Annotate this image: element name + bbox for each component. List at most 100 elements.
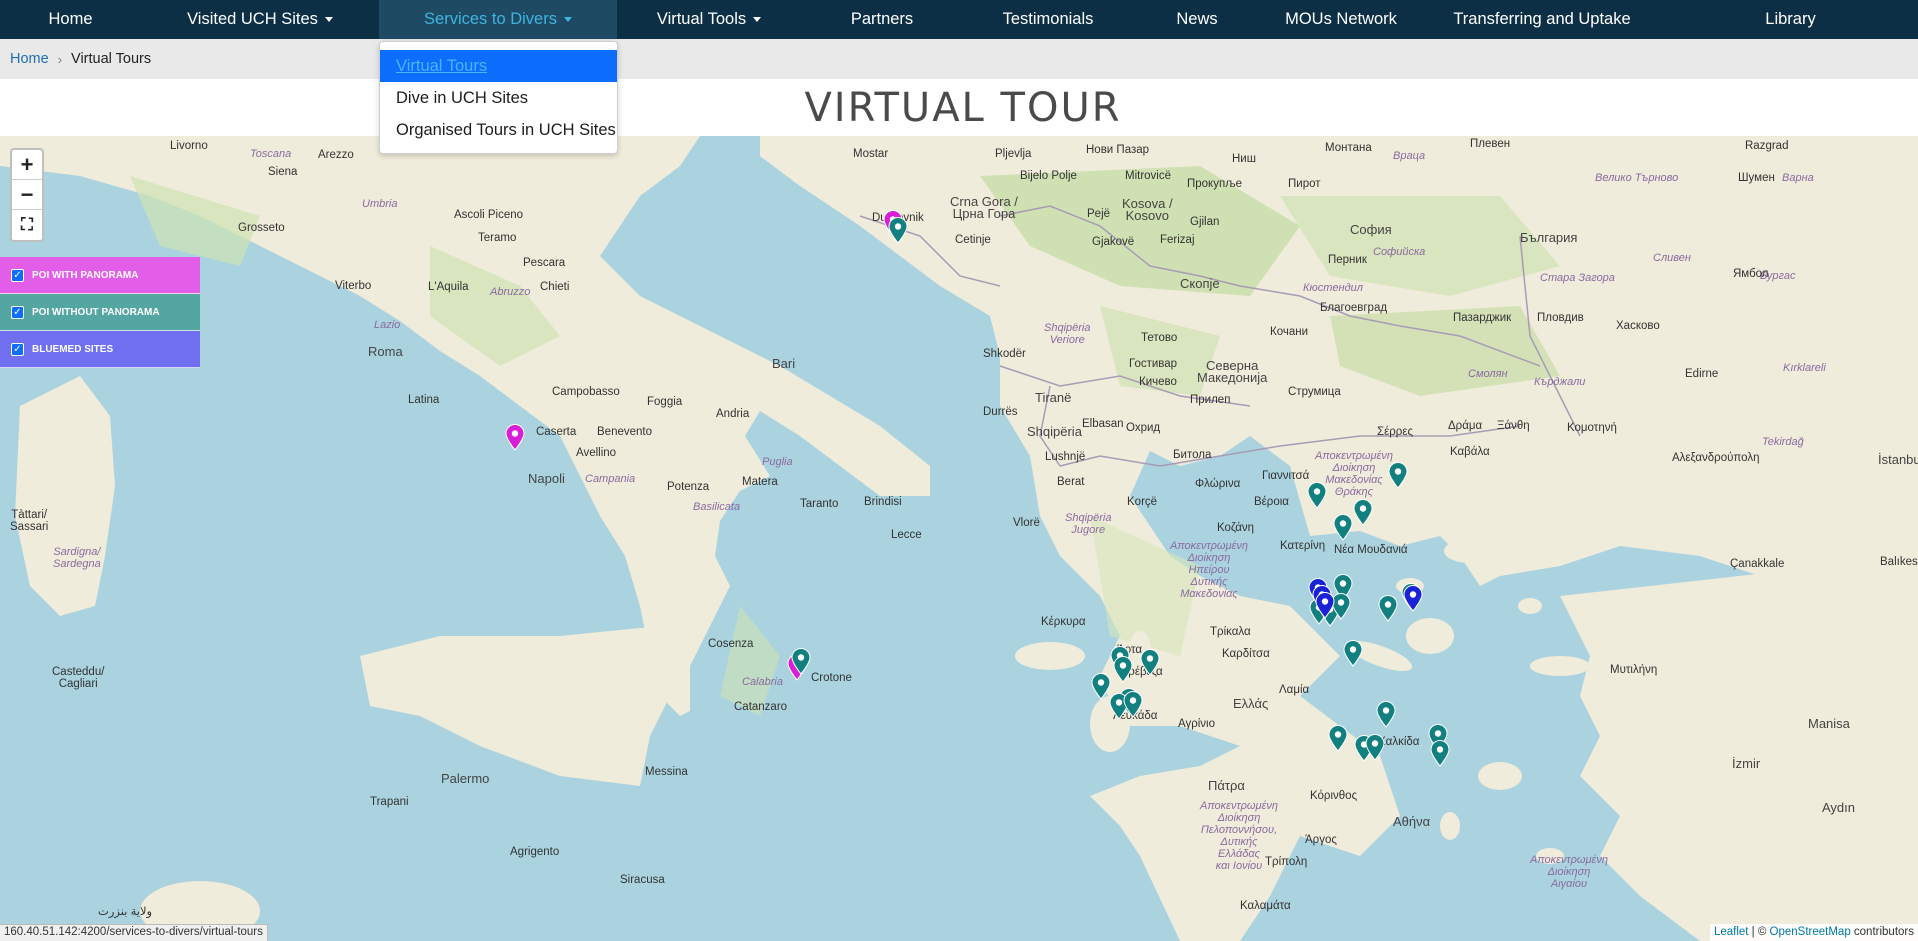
nav-news[interactable]: News bbox=[1133, 0, 1261, 39]
map-label: Napoli bbox=[528, 471, 565, 486]
services-dropdown-menu: Virtual Tours Dive in UCH Sites Organise… bbox=[379, 41, 618, 154]
map-label: Crna Gora / Црна Гора bbox=[950, 194, 1018, 221]
map-label: Messina bbox=[645, 766, 688, 778]
poi-marker-icon[interactable] bbox=[1333, 514, 1353, 541]
poi-marker-icon[interactable] bbox=[1365, 734, 1385, 761]
map-view[interactable]: Livorno Mostar Pljevlja Ниш Монтана Врац… bbox=[0, 136, 1918, 941]
map-label: Elbasan bbox=[1082, 418, 1124, 430]
map-label: Mitrovicë bbox=[1125, 170, 1172, 182]
map-label: Korçë bbox=[1127, 496, 1158, 508]
map-label: Καβάλα bbox=[1450, 446, 1490, 458]
zoom-in-button[interactable]: + bbox=[12, 150, 42, 180]
map-label: Ξάνθη bbox=[1497, 420, 1530, 432]
map-label: Shqipëria bbox=[1027, 424, 1082, 439]
poi-marker-icon[interactable] bbox=[791, 648, 811, 675]
map-label: Λαμία bbox=[1279, 684, 1310, 696]
map-label: Φλώρινα bbox=[1195, 478, 1241, 490]
map-label: Монтана bbox=[1325, 142, 1372, 154]
poi-marker-icon[interactable] bbox=[1388, 462, 1408, 489]
dropdown-item-virtual-tours[interactable]: Virtual Tours bbox=[380, 50, 617, 82]
poi-marker-icon[interactable] bbox=[1343, 640, 1363, 667]
map-label: Καλαμάτα bbox=[1240, 900, 1291, 912]
poi-marker-icon[interactable] bbox=[1376, 701, 1396, 728]
leaflet-link[interactable]: Leaflet bbox=[1714, 926, 1749, 938]
map-label: Roma bbox=[368, 344, 403, 359]
map-label: Τρίπολη bbox=[1265, 856, 1308, 868]
bluemed-site-marker-icon[interactable] bbox=[1403, 585, 1423, 612]
chevron-down-icon bbox=[753, 17, 762, 22]
map-label: Νέα Μουδανιά bbox=[1334, 544, 1408, 556]
poi-marker-icon[interactable] bbox=[1430, 740, 1450, 767]
checkbox-bluemed-sites[interactable]: ✓ bbox=[11, 342, 24, 356]
poi-marker-icon[interactable] bbox=[1091, 673, 1111, 700]
poi-marker-icon[interactable] bbox=[1113, 656, 1133, 683]
dropdown-item-organised-tours[interactable]: Organised Tours in UCH Sites bbox=[380, 114, 617, 146]
map-label: Pescara bbox=[523, 257, 566, 269]
fullscreen-button[interactable]: ⛶ bbox=[12, 210, 42, 240]
map-label: Berat bbox=[1057, 476, 1085, 488]
breadcrumb: Home › Virtual Tours bbox=[0, 39, 1918, 79]
nav-home[interactable]: Home bbox=[0, 0, 141, 39]
map-label: Basilicata bbox=[693, 501, 741, 513]
map-label: ولاية بنزرت bbox=[98, 906, 153, 918]
map-label: Grosseto bbox=[238, 222, 285, 234]
nav-mous-network[interactable]: MOUs Network bbox=[1261, 0, 1421, 39]
poi-panorama-marker-icon[interactable] bbox=[505, 424, 525, 451]
checkbox-poi-without-panorama[interactable]: ✓ bbox=[11, 305, 24, 319]
map-label: Shqipëria Veriore bbox=[1044, 322, 1091, 346]
nav-library[interactable]: Library bbox=[1663, 0, 1918, 39]
map-label: Brindisi bbox=[864, 496, 902, 508]
map-label: Manisa bbox=[1808, 716, 1850, 731]
poi-marker-icon[interactable] bbox=[888, 217, 908, 244]
zoom-out-button[interactable]: − bbox=[12, 180, 42, 210]
nav-visited-uch-sites[interactable]: Visited UCH Sites bbox=[141, 0, 379, 39]
map-attribution: Leaflet | © OpenStreetMap contributors bbox=[1709, 924, 1918, 941]
legend-poi-with-panorama[interactable]: ✓ POI WITH PANORAMA bbox=[0, 257, 200, 294]
map-label: Τρίκαλα bbox=[1210, 626, 1251, 638]
nav-partners[interactable]: Partners bbox=[801, 0, 963, 39]
map-label: Пазарджик bbox=[1453, 312, 1512, 324]
map-label: Razgrad bbox=[1745, 140, 1789, 152]
map-label: Mostar bbox=[853, 148, 889, 160]
poi-marker-icon[interactable] bbox=[1123, 691, 1143, 718]
map-label: Пловдив bbox=[1537, 312, 1584, 324]
map-label: Gjakovë bbox=[1092, 236, 1135, 248]
legend-poi-without-panorama[interactable]: ✓ POI WITHOUT PANORAMA bbox=[0, 294, 200, 331]
layer-legend: ✓ POI WITH PANORAMA ✓ POI WITHOUT PANORA… bbox=[0, 257, 200, 368]
map-label: Calabria bbox=[742, 676, 783, 688]
poi-marker-icon[interactable] bbox=[1328, 725, 1348, 752]
legend-bluemed-sites[interactable]: ✓ BLUEMED SITES bbox=[0, 331, 200, 368]
map-label: Chieti bbox=[540, 281, 570, 293]
map-label: Αποκεντρωμένη Διοίκηση Αιγαίου bbox=[1530, 854, 1608, 890]
osm-link[interactable]: OpenStreetMap bbox=[1770, 926, 1851, 938]
nav-transferring-uptake[interactable]: Transferring and Uptake bbox=[1421, 0, 1663, 39]
map-label: Viterbo bbox=[335, 280, 372, 292]
map-label: Γιαννιτσά bbox=[1262, 470, 1310, 482]
poi-marker-icon[interactable] bbox=[1378, 595, 1398, 622]
breadcrumb-current: Virtual Tours bbox=[71, 51, 152, 67]
map-label: Ниш bbox=[1232, 153, 1256, 165]
map-label: Durrës bbox=[983, 406, 1018, 418]
bluemed-site-marker-icon[interactable] bbox=[1315, 592, 1335, 619]
poi-marker-icon[interactable] bbox=[1307, 482, 1327, 509]
breadcrumb-home-link[interactable]: Home bbox=[10, 51, 49, 67]
dropdown-item-dive-in-uch-sites[interactable]: Dive in UCH Sites bbox=[380, 82, 617, 114]
map-label: Βέροια bbox=[1254, 496, 1289, 508]
map-label: L'Aquila bbox=[428, 281, 469, 293]
map-label: Гостивар bbox=[1129, 358, 1178, 370]
map-label: Toscana bbox=[250, 148, 292, 160]
nav-virtual-tools[interactable]: Virtual Tools bbox=[617, 0, 801, 39]
map-label: Lushnjë bbox=[1045, 451, 1086, 463]
checkbox-poi-with-panorama[interactable]: ✓ bbox=[11, 268, 24, 282]
legend-label: POI WITHOUT PANORAMA bbox=[32, 306, 160, 318]
poi-marker-icon[interactable] bbox=[1140, 649, 1160, 676]
map-label: Прилеп bbox=[1190, 394, 1231, 406]
map-label: Враца bbox=[1393, 150, 1426, 162]
nav-services-to-divers[interactable]: Services to Divers bbox=[379, 0, 617, 39]
nav-testimonials[interactable]: Testimonials bbox=[963, 0, 1133, 39]
poi-marker-icon[interactable] bbox=[1353, 499, 1373, 526]
status-bar-url: 160.40.51.142:4200/services-to-divers/vi… bbox=[0, 924, 268, 941]
map-label: Κέρκυρα bbox=[1041, 616, 1086, 628]
map-basemap bbox=[0, 136, 1918, 941]
map-label: Sardigna/ Sardegna bbox=[53, 546, 101, 570]
